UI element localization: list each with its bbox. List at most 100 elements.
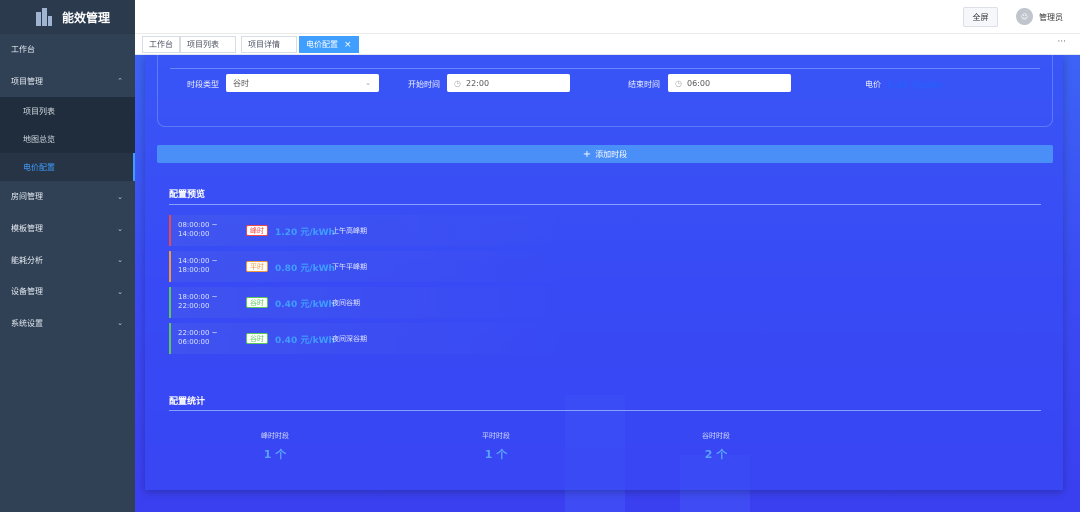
sidebar-subitem-label: 地图总览 (23, 134, 55, 144)
stat-value: 1 个 (263, 448, 287, 461)
app-title: 能效管理 (62, 10, 111, 25)
start-time-input[interactable]: ◷ 22:00 (447, 74, 570, 92)
sidebar-item-system-settings[interactable]: 系统设置 ⌄ (0, 308, 135, 340)
clock-icon: ◷ (454, 78, 461, 88)
tab-workbench[interactable]: 工作台 (142, 36, 180, 53)
user-icon: ☺ (1020, 12, 1029, 21)
time-start: 18:00:00 ~ (178, 293, 218, 301)
chevron-down-icon: ⌄ (117, 192, 123, 201)
sidebar-item-label: 模板管理 (11, 224, 43, 234)
preview-row-valley: 18:00:00 ~ 22:00:00 谷时 0.40 元/kWh 夜间谷期 (169, 287, 559, 318)
chevron-down-icon: ⌄ (117, 287, 123, 296)
stat-value: 1 个 (484, 448, 508, 461)
time-range: 14:00:00 ~ 18:00:00 (178, 257, 218, 275)
chevron-up-icon: ⌃ (117, 77, 123, 86)
sidebar-item-label: 项目管理 (11, 76, 43, 86)
sidebar-item-label: 能耗分析 (11, 255, 43, 265)
period-description: 上午高峰期 (332, 227, 367, 235)
stat-peak: 峰时时段 1 个 (235, 431, 315, 462)
stat-label: 谷时时段 (702, 432, 730, 440)
sidebar-item-template-management[interactable]: 模板管理 ⌄ (0, 213, 135, 245)
main-content: 时段类型 谷时 ⌄ 开始时间 ◷ 22:00 结束时间 ◷ 06:00 电价 0… (135, 55, 1080, 512)
user-avatar[interactable]: ☺ (1016, 8, 1033, 25)
preview-row-peak: 08:00:00 ~ 14:00:00 峰时 1.20 元/kWh 上午高峰期 (169, 215, 559, 246)
time-range: 18:00:00 ~ 22:00:00 (178, 293, 218, 311)
more-icon[interactable]: ··· (1057, 37, 1066, 47)
plus-icon: + (582, 148, 592, 160)
preview-title: 配置预览 (169, 190, 206, 200)
clock-icon: ◷ (675, 78, 682, 88)
stats-divider (169, 410, 1041, 411)
sidebar-item-label: 系统设置 (11, 318, 43, 328)
chevron-down-icon: ⌄ (365, 79, 371, 87)
segment-type-value: 谷时 (233, 78, 249, 88)
sidebar-subitem-price-config[interactable]: 电价配置 (0, 153, 135, 182)
price-value: 0.80 元/kWh (275, 264, 335, 274)
price-value: 0.40 元/kWh (275, 336, 335, 346)
stat-label: 平时时段 (482, 432, 510, 440)
price-input[interactable]: 0.40 元/kWh (888, 78, 943, 91)
divider (170, 68, 1040, 69)
chevron-down-icon: ⌄ (117, 256, 123, 265)
stats-title: 配置统计 (169, 397, 206, 407)
time-end: 14:00:00 (178, 230, 210, 238)
tab-project-list[interactable]: 项目列表 (180, 36, 236, 53)
sidebar-item-energy-analysis[interactable]: 能耗分析 ⌄ (0, 244, 135, 276)
tab-project-detail[interactable]: 项目详情 (241, 36, 297, 53)
price-label: 电价 (865, 80, 881, 89)
stat-value: 2 个 (704, 448, 728, 461)
preview-row-flat: 14:00:00 ~ 18:00:00 平时 0.80 元/kWh 下午平峰期 (169, 251, 559, 282)
chevron-down-icon: ⌄ (117, 224, 123, 233)
segment-form: 时段类型 谷时 ⌄ 开始时间 ◷ 22:00 结束时间 ◷ 06:00 电价 0… (157, 55, 1053, 127)
status-badge: 平时 (246, 261, 268, 272)
add-segment-label: 添加时段 (595, 149, 628, 159)
period-description: 夜间深谷期 (332, 335, 367, 343)
sidebar-item-device-management[interactable]: 设备管理 ⌄ (0, 276, 135, 308)
sidebar-item-label: 设备管理 (11, 287, 43, 297)
start-time-label: 开始时间 (408, 80, 440, 89)
end-time-value: 06:00 (686, 78, 711, 88)
config-card: 时段类型 谷时 ⌄ 开始时间 ◷ 22:00 结束时间 ◷ 06:00 电价 0… (145, 55, 1063, 490)
tab-price-config[interactable]: 电价配置 × (299, 36, 359, 53)
chevron-down-icon: ⌄ (117, 319, 123, 328)
tab-label: 项目列表 (187, 40, 219, 49)
tab-label: 工作台 (149, 40, 173, 49)
fullscreen-button[interactable]: 全屏 (963, 7, 998, 27)
sidebar-item-project-management[interactable]: 项目管理 ⌃ (0, 66, 135, 98)
time-end: 22:00:00 (178, 302, 210, 310)
sidebar-subitem-label: 电价配置 (23, 162, 55, 172)
sidebar-subitem-project-list[interactable]: 项目列表 (0, 97, 135, 126)
stat-valley: 谷时时段 2 个 (676, 431, 756, 462)
sidebar-item-room-management[interactable]: 房间管理 ⌄ (0, 181, 135, 213)
type-label: 时段类型 (187, 80, 219, 89)
status-badge: 谷时 (246, 297, 268, 308)
building-icon (36, 8, 52, 26)
add-segment-button[interactable]: + 添加时段 (157, 145, 1053, 163)
preview-divider (169, 204, 1041, 205)
tabs-bar: 工作台 项目列表 项目详情 电价配置 × ··· (135, 34, 1080, 55)
time-start: 14:00:00 ~ (178, 257, 218, 265)
sidebar-subitem-map-overview[interactable]: 地图总览 (0, 125, 135, 154)
preview-row-deep-valley: 22:00:00 ~ 06:00:00 谷时 0.40 元/kWh 夜间深谷期 (169, 323, 559, 354)
time-range: 08:00:00 ~ 14:00:00 (178, 221, 218, 239)
app-logo[interactable]: 能效管理 (0, 0, 135, 34)
time-end: 06:00:00 (178, 338, 210, 346)
period-description: 下午平峰期 (332, 263, 367, 271)
sidebar-subitem-label: 项目列表 (23, 106, 55, 116)
end-time-label: 结束时间 (628, 80, 660, 89)
sidebar: 能效管理 工作台 项目管理 ⌃ 项目列表 地图总览 电价配置 房间管理 ⌄ 模板… (0, 0, 135, 512)
sidebar-item-workbench[interactable]: 工作台 (0, 34, 135, 66)
stat-flat: 平时时段 1 个 (456, 431, 536, 462)
end-time-input[interactable]: ◷ 06:00 (668, 74, 791, 92)
segment-type-select[interactable]: 谷时 ⌄ (226, 74, 379, 92)
status-badge: 峰时 (246, 225, 268, 236)
time-end: 18:00:00 (178, 266, 210, 274)
status-badge: 谷时 (246, 333, 268, 344)
username[interactable]: 管理员 (1039, 12, 1063, 23)
price-value: 0.40 元/kWh (275, 300, 335, 310)
stat-label: 峰时时段 (261, 432, 289, 440)
start-time-value: 22:00 (465, 78, 490, 88)
price-value: 1.20 元/kWh (275, 228, 335, 238)
tab-label: 项目详情 (248, 40, 280, 49)
close-icon[interactable]: × (344, 40, 352, 50)
